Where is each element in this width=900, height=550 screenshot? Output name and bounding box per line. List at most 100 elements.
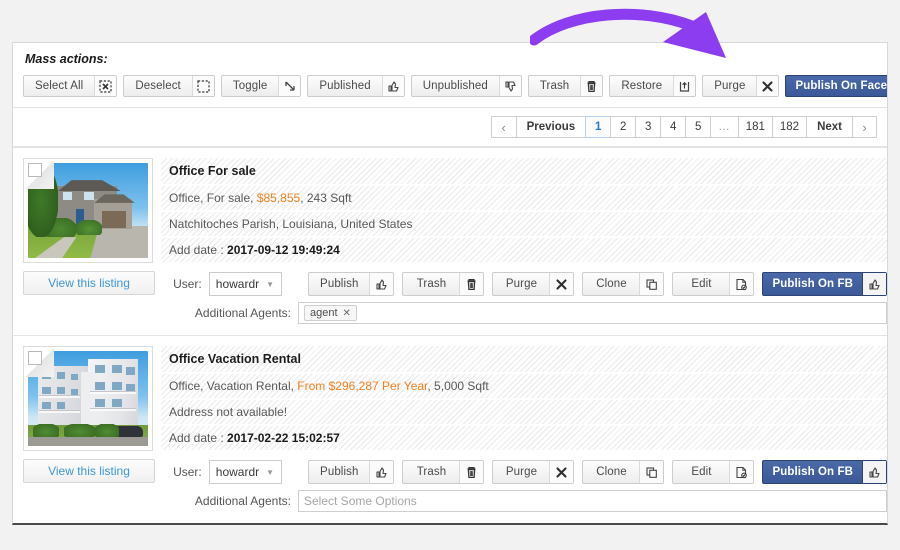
- published-button[interactable]: Published: [307, 75, 405, 97]
- pagination-page-182[interactable]: 182: [771, 116, 807, 138]
- listings-panel: Mass actions: Select All Deselect Toggle: [12, 42, 888, 525]
- thumbnail-frame[interactable]: [23, 346, 153, 451]
- edit-document-icon: [729, 273, 754, 295]
- thumbs-up-icon: [381, 76, 404, 96]
- listing-details-column: Office Vacation Rental Office, Vacation …: [161, 346, 887, 517]
- trash-button[interactable]: Trash: [402, 272, 485, 296]
- purge-button[interactable]: Purge: [702, 75, 780, 97]
- publish-button[interactable]: Publish: [308, 272, 395, 296]
- add-date-value: 2017-09-12 19:49:24: [227, 243, 340, 257]
- clone-label: Clone: [596, 466, 627, 478]
- pagination-bar: ‹ Previous 1 2 3 4 5 … 181 182 Next ›: [13, 108, 887, 147]
- restore-label: Restore: [621, 80, 663, 92]
- listing-thumbnail-column: View this listing: [13, 346, 161, 517]
- additional-agents-input[interactable]: Select Some Options: [298, 490, 887, 512]
- clone-button[interactable]: Clone: [582, 272, 665, 296]
- trash-label: Trash: [416, 466, 447, 478]
- pagination-ellipsis: …: [710, 116, 738, 138]
- clone-button[interactable]: Clone: [582, 460, 665, 484]
- thumbnail-frame[interactable]: [23, 158, 153, 263]
- publish-button[interactable]: Publish: [308, 460, 395, 484]
- deselect-button[interactable]: Deselect: [123, 75, 215, 97]
- unpublished-label: Unpublished: [422, 80, 488, 92]
- pagination-page-181[interactable]: 181: [737, 116, 772, 138]
- x-mark-icon: [549, 273, 574, 295]
- additional-agents-row: Additional Agents: agent ✕: [161, 299, 887, 329]
- edit-label: Edit: [691, 466, 712, 478]
- listing-action-row: User: howardr ▼ Publish Trash Purge Clon…: [161, 264, 887, 299]
- user-select[interactable]: howardr ▼: [208, 460, 283, 484]
- purge-button[interactable]: Purge: [492, 460, 575, 484]
- add-date-label: Add date :: [169, 431, 228, 445]
- pagination-prev-arrow[interactable]: ‹: [490, 116, 516, 138]
- select-all-button[interactable]: Select All: [23, 75, 118, 97]
- select-all-label: Select All: [35, 80, 84, 92]
- listing-summary-prefix: Office, Vacation Rental,: [169, 379, 298, 393]
- publish-on-facebook-label: Publish On Facebook: [795, 80, 888, 92]
- user-select-value: howardr: [215, 465, 260, 479]
- trash-can-icon: [459, 273, 484, 295]
- publish-on-fb-button[interactable]: Publish On FB: [762, 460, 887, 484]
- edit-button[interactable]: Edit: [672, 272, 755, 296]
- publish-on-facebook-button[interactable]: Publish On Facebook: [785, 75, 888, 97]
- diagonal-arrow-icon: [278, 76, 301, 96]
- listing-summary-prefix: Office, For sale,: [169, 191, 257, 205]
- listing-address: Address not available!: [161, 400, 887, 426]
- trash-label: Trash: [416, 278, 447, 290]
- pagination-previous-button[interactable]: Previous: [515, 116, 586, 138]
- trash-button[interactable]: Trash: [402, 460, 485, 484]
- x-mark-icon: [549, 461, 574, 483]
- restore-button[interactable]: Restore: [609, 75, 697, 97]
- pagination-page-5[interactable]: 5: [685, 116, 711, 138]
- view-this-listing-button[interactable]: View this listing: [23, 271, 155, 295]
- pagination-page-4[interactable]: 4: [660, 116, 686, 138]
- toggle-button[interactable]: Toggle: [220, 75, 302, 97]
- mass-actions-button-row: Select All Deselect Toggle Published Unp…: [23, 75, 887, 97]
- listing-summary-suffix: , 5,000 Sqft: [427, 379, 489, 393]
- trash-label: Trash: [539, 80, 570, 92]
- listing-title: Office Vacation Rental: [161, 346, 887, 374]
- purge-label: Purge: [505, 278, 538, 290]
- dotted-empty-box-icon: [191, 76, 214, 96]
- unpublished-button[interactable]: Unpublished: [410, 75, 522, 97]
- listing-summary: Office, For sale, $85,855, 243 Sqft: [161, 186, 887, 212]
- copy-pages-icon: [639, 461, 664, 483]
- view-this-listing-button[interactable]: View this listing: [23, 459, 155, 483]
- add-date-value: 2017-02-22 15:02:57: [227, 431, 340, 445]
- purge-button[interactable]: Purge: [492, 272, 575, 296]
- listing-card: View this listing Office For sale Office…: [13, 147, 887, 335]
- trash-button[interactable]: Trash: [527, 75, 604, 97]
- publish-label: Publish: [320, 278, 359, 290]
- listing-price: $85,855: [256, 191, 301, 205]
- additional-agents-label: Additional Agents:: [194, 306, 291, 320]
- pagination-page-2[interactable]: 2: [610, 116, 636, 138]
- deselect-label: Deselect: [135, 80, 181, 92]
- thumbs-up-icon: [369, 273, 394, 295]
- chevron-down-icon: ▼: [266, 279, 275, 289]
- pagination-next-button[interactable]: Next: [806, 116, 852, 138]
- additional-agents-input[interactable]: agent ✕: [298, 302, 887, 324]
- pagination-next-arrow[interactable]: ›: [852, 116, 877, 138]
- listing-select-checkbox[interactable]: [28, 163, 42, 177]
- edit-button[interactable]: Edit: [672, 460, 755, 484]
- agent-tag[interactable]: agent ✕: [304, 305, 357, 321]
- user-select-value: howardr: [215, 277, 260, 291]
- thumbs-down-icon: [498, 76, 521, 96]
- pagination-page-1[interactable]: 1: [585, 116, 611, 138]
- close-icon[interactable]: ✕: [343, 308, 351, 319]
- user-label: User:: [173, 465, 202, 479]
- additional-agents-label: Additional Agents:: [194, 494, 291, 508]
- pagination-page-3[interactable]: 3: [635, 116, 661, 138]
- additional-agents-placeholder: Select Some Options: [304, 494, 417, 508]
- listing-select-checkbox[interactable]: [28, 351, 42, 365]
- listing-price: From $296,287 Per Year: [297, 379, 428, 393]
- thumbs-up-icon: [369, 461, 394, 483]
- purge-label: Purge: [714, 80, 746, 92]
- dotted-box-with-x-icon: [94, 76, 117, 96]
- user-select[interactable]: howardr ▼: [208, 272, 283, 296]
- listing-action-buttons: Publish Trash Purge Clone Edit Publish O…: [308, 460, 887, 484]
- publish-on-fb-button[interactable]: Publish On FB: [762, 272, 887, 296]
- restore-up-arrow-icon: [673, 76, 696, 96]
- publish-label: Publish: [320, 466, 359, 478]
- edit-label: Edit: [691, 278, 712, 290]
